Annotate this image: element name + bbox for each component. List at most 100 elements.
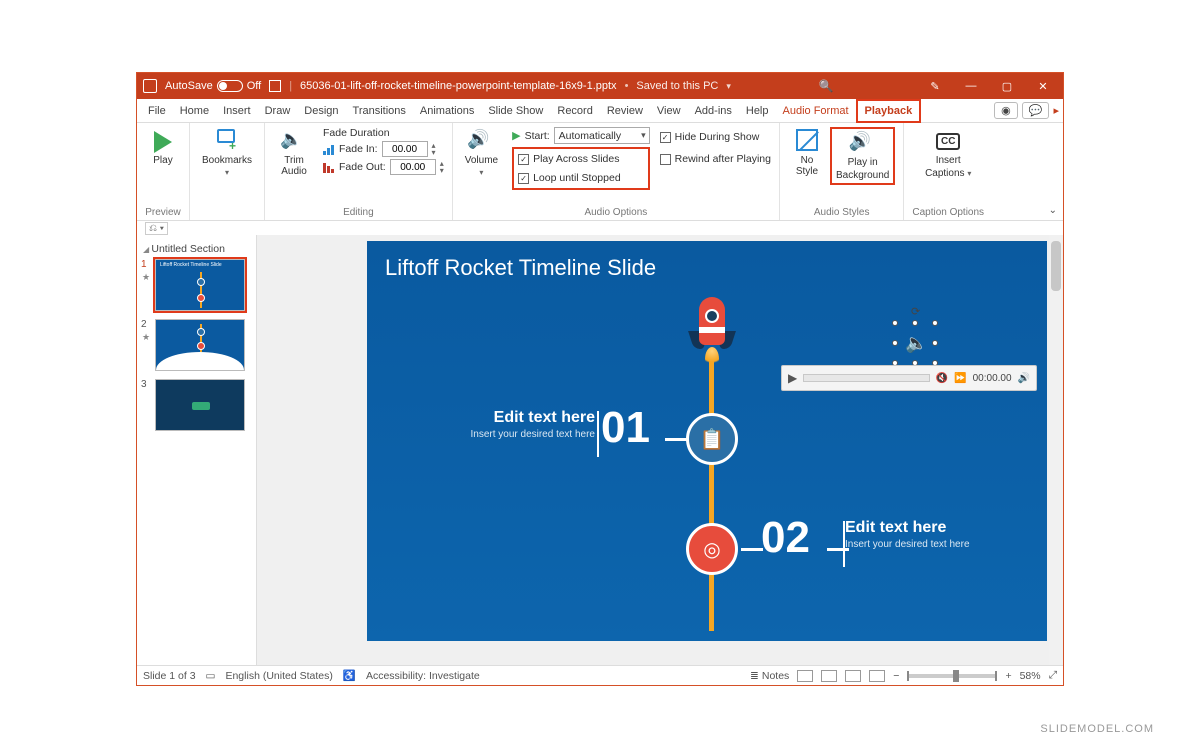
trim-audio-button[interactable]: Trim Audio [273,127,315,179]
player-play-button[interactable]: ▶ [788,371,797,385]
minimize-button[interactable]: — [957,80,985,92]
vertical-scrollbar[interactable] [1049,235,1063,665]
tab-audio-format[interactable]: Audio Format [776,99,856,123]
workspace: Untitled Section 1★ Liftoff Rocket Timel… [137,235,1063,665]
resize-handle[interactable] [932,320,938,326]
tab-playback[interactable]: Playback [856,99,922,123]
zoom-level[interactable]: 58% [1020,670,1041,682]
toggle-icon [217,80,243,92]
checkbox-icon [518,173,529,184]
restore-button[interactable]: ▢ [993,80,1021,93]
tab-help[interactable]: Help [739,99,776,123]
comments-button[interactable]: 💬 [1022,102,1050,119]
tab-slideshow[interactable]: Slide Show [481,99,550,123]
reading-view-button[interactable] [845,670,861,682]
play-button[interactable]: Play [145,127,181,168]
slide-canvas[interactable]: Liftoff Rocket Timeline Slide 📋 ◎ 01 02 … [257,235,1063,665]
player-volume-button[interactable]: 🔊 [1018,373,1030,384]
group-bookmarks: + Bookmarks ▾ [190,123,265,220]
play-in-background-button[interactable]: Play in Background [830,127,895,185]
save-icon[interactable] [269,80,281,92]
search-icon[interactable]: 🔍 [818,79,833,93]
zoom-out-button[interactable]: − [893,670,899,682]
overflow-icon[interactable]: ▸ [1053,104,1059,117]
watermark: SLIDEMODEL.COM [1040,723,1154,735]
tab-draw[interactable]: Draw [258,99,298,123]
highlight-play-loop: Play Across Slides Loop until Stopped [512,147,650,190]
tab-addins[interactable]: Add-ins [688,99,739,123]
autosave-label: AutoSave [165,80,213,92]
player-skip-button[interactable]: ⏩ [954,373,966,384]
thumbnail-slide-1[interactable]: 1★ Liftoff Rocket Timeline Slide [141,259,252,311]
close-button[interactable]: ✕ [1029,80,1057,93]
undo-button[interactable]: ⎌ ▾ [145,222,168,235]
spinner-icon[interactable]: ▴▾ [440,160,444,174]
start-dropdown[interactable]: Automatically [554,127,650,144]
fade-out-input[interactable] [390,159,436,175]
thumbnail-slide-2[interactable]: 2★ [141,319,252,371]
autosave-toggle[interactable]: AutoSave Off [165,80,261,92]
tab-record[interactable]: Record [550,99,599,123]
fade-in-input[interactable] [382,141,428,157]
bookmarks-button[interactable]: + Bookmarks ▾ [198,127,256,179]
zoom-slider[interactable] [907,674,997,678]
thumbnail-slide-3[interactable]: 3 [141,379,252,431]
zoom-in-button[interactable]: + [1005,670,1011,682]
collapse-ribbon-icon[interactable]: ⌄ [1049,205,1057,216]
player-mute-button[interactable]: 🔇 [936,373,948,384]
fade-in-label: Fade In: [339,143,378,155]
tab-file[interactable]: File [141,99,173,123]
player-track[interactable] [803,374,929,382]
insert-captions-button[interactable]: CC Insert Captions ▾ [912,127,984,181]
slide-counter[interactable]: Slide 1 of 3 [143,670,196,682]
section-header[interactable]: Untitled Section [143,243,252,255]
spinner-icon[interactable]: ▴▾ [432,142,436,156]
text-block-2: Edit text here Insert your desired text … [845,519,1005,550]
rotate-handle-icon[interactable]: ⟳ [911,305,920,318]
fit-to-window-button[interactable]: ⤢ [1049,669,1057,682]
no-style-icon [796,129,818,151]
resize-handle[interactable] [892,320,898,326]
slide-thumbnails-panel: Untitled Section 1★ Liftoff Rocket Timel… [137,235,257,665]
camera-button[interactable]: ◉ [994,102,1018,119]
tab-review[interactable]: Review [600,99,650,123]
language-status[interactable]: English (United States) [225,670,332,682]
resize-handle[interactable] [932,340,938,346]
play-across-slides-checkbox[interactable]: Play Across Slides [518,151,644,167]
resize-handle[interactable] [892,340,898,346]
trim-audio-label: Trim Audio [277,155,311,177]
slide-title: Liftoff Rocket Timeline Slide [367,241,1047,295]
timeline-node-1: 📋 [686,413,738,465]
group-audio-styles: No Style Play in Background Audio Styles [780,123,904,220]
audio-object-selected[interactable]: ⟳ 🔈 ✥ [895,323,935,363]
ribbon-mode-icon[interactable]: ✎ [921,80,949,93]
tab-home[interactable]: Home [173,99,216,123]
scrollbar-thumb[interactable] [1051,241,1061,291]
hide-during-show-checkbox[interactable]: Hide During Show [660,129,771,145]
fade-in-icon [323,143,335,155]
notes-button[interactable]: ≣Notes [750,670,789,682]
quick-access: ⎌ ▾ [137,221,1063,235]
resize-handle[interactable] [912,320,918,326]
cc-icon: CC [936,133,960,150]
rewind-after-playing-checkbox[interactable]: Rewind after Playing [660,151,771,167]
tab-view[interactable]: View [650,99,688,123]
slideshow-view-button[interactable] [869,670,885,682]
zoom-knob[interactable] [953,670,959,682]
tab-insert[interactable]: Insert [216,99,258,123]
tab-transitions[interactable]: Transitions [346,99,413,123]
tab-animations[interactable]: Animations [413,99,481,123]
clipboard-icon: 📋 [700,427,725,452]
sorter-view-button[interactable] [821,670,837,682]
no-style-button[interactable]: No Style [788,127,826,185]
group-title-editing: Editing [273,207,444,218]
accessibility-status[interactable]: Accessibility: Investigate [366,670,480,682]
normal-view-button[interactable] [797,670,813,682]
timeline-line [709,351,714,631]
tab-design[interactable]: Design [297,99,345,123]
loop-until-stopped-checkbox[interactable]: Loop until Stopped [518,170,644,186]
rocket-icon [685,291,739,371]
chevron-down-icon[interactable]: ▾ [726,81,731,92]
group-title-audio-styles: Audio Styles [788,207,895,218]
volume-button[interactable]: 🔊 Volume ▾ [461,127,502,190]
